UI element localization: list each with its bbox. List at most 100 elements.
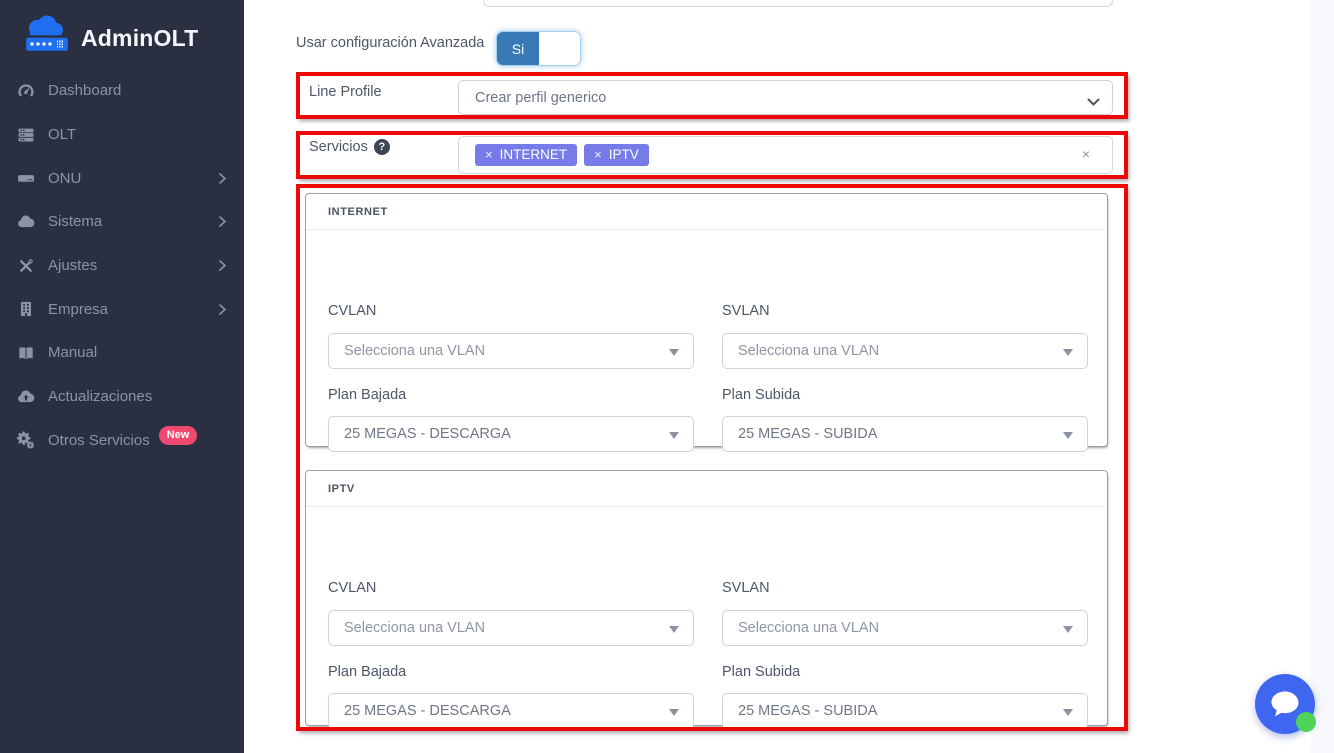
internet-panel: INTERNET CVLAN SVLAN Selecciona una VLAN… — [305, 193, 1108, 447]
tag-label: INTERNET — [500, 147, 568, 162]
plan-bajada-label: Plan Bajada — [328, 664, 406, 680]
sidebar-item-olt[interactable]: OLT — [0, 113, 244, 157]
sidebar-item-label: Otros Servicios — [48, 432, 150, 449]
plan-subida-value: 25 MEGAS - SUBIDA — [738, 703, 877, 719]
services-label: Servicios ? — [309, 139, 390, 155]
panel-title: IPTV — [328, 483, 355, 495]
advanced-config-toggle[interactable]: Si — [496, 31, 581, 66]
toggle-off-state — [539, 32, 580, 65]
sidebar-item-otros-servicios[interactable]: Otros Servicios New — [0, 419, 244, 463]
svlan-select[interactable]: Selecciona una VLAN — [722, 610, 1088, 646]
sidebar-item-label: Ajustes — [48, 257, 97, 274]
panel-title: INTERNET — [328, 206, 388, 218]
cloud-icon — [15, 211, 37, 233]
plan-subida-label: Plan Subida — [722, 387, 800, 403]
line-profile-selected-value: Crear perfil generico — [475, 90, 606, 106]
remove-tag-icon[interactable]: × — [594, 147, 602, 162]
iptv-panel: IPTV CVLAN SVLAN Selecciona una VLAN Sel… — [305, 470, 1108, 726]
sidebar-item-label: ONU — [48, 170, 81, 187]
gears-icon — [15, 429, 37, 451]
caret-down-icon — [1063, 626, 1073, 633]
svlan-label: SVLAN — [722, 303, 770, 319]
svlan-placeholder: Selecciona una VLAN — [738, 343, 879, 359]
sidebar-item-label: Actualizaciones — [48, 388, 152, 405]
plan-bajada-value: 25 MEGAS - DESCARGA — [344, 703, 511, 719]
caret-down-icon — [1063, 349, 1073, 356]
app-root: AdminOLT Dashboard — [0, 0, 1334, 753]
device-icon — [15, 167, 37, 189]
plan-subida-select[interactable]: 25 MEGAS - SUBIDA — [722, 693, 1088, 729]
adminolt-logo-icon — [20, 15, 74, 62]
sidebar-item-dashboard[interactable]: Dashboard — [0, 69, 244, 113]
chevron-right-icon — [219, 260, 226, 271]
app-title: AdminOLT — [81, 25, 198, 52]
cvlan-select[interactable]: Selecciona una VLAN — [328, 610, 694, 646]
chat-widget-button[interactable] — [1255, 674, 1315, 734]
cloud-upload-icon — [15, 386, 37, 408]
panel-body: CVLAN SVLAN Selecciona una VLAN Seleccio… — [306, 230, 1107, 482]
help-icon[interactable]: ? — [374, 139, 390, 155]
services-label-text: Servicios — [309, 139, 368, 155]
remove-tag-icon[interactable]: × — [485, 147, 493, 162]
svlan-label: SVLAN — [722, 580, 770, 596]
sidebar-item-empresa[interactable]: Empresa — [0, 287, 244, 331]
chevron-down-icon — [1087, 94, 1100, 112]
line-profile-label: Line Profile — [309, 84, 382, 100]
tools-icon — [15, 255, 37, 277]
new-badge: New — [159, 426, 198, 445]
caret-down-icon — [1063, 709, 1073, 716]
logo[interactable]: AdminOLT — [0, 0, 244, 76]
plan-subida-value: 25 MEGAS - SUBIDA — [738, 426, 877, 442]
sidebar-item-label: Sistema — [48, 213, 102, 230]
services-multiselect[interactable]: × INTERNET × IPTV × — [458, 136, 1113, 174]
line-profile-select[interactable]: Crear perfil generico — [458, 80, 1113, 115]
plan-bajada-select[interactable]: 25 MEGAS - DESCARGA — [328, 416, 694, 452]
content-right-gutter — [1311, 0, 1334, 753]
tag-label: IPTV — [609, 147, 639, 162]
advanced-config-label: Usar configuración Avanzada — [296, 35, 484, 51]
cvlan-placeholder: Selecciona una VLAN — [344, 620, 485, 636]
caret-down-icon — [1063, 432, 1073, 439]
toggle-on-state: Si — [497, 32, 539, 65]
server-stack-icon — [15, 124, 37, 146]
panel-header: INTERNET — [306, 194, 1107, 230]
sidebar-item-manual[interactable]: Manual — [0, 331, 244, 375]
sidebar-item-onu[interactable]: ONU — [0, 156, 244, 200]
cvlan-label: CVLAN — [328, 303, 376, 319]
caret-down-icon — [669, 709, 679, 716]
cvlan-label: CVLAN — [328, 580, 376, 596]
chevron-right-icon — [219, 173, 226, 184]
sidebar-item-ajustes[interactable]: Ajustes — [0, 244, 244, 288]
book-icon — [15, 342, 37, 364]
cvlan-placeholder: Selecciona una VLAN — [344, 343, 485, 359]
online-status-dot — [1296, 712, 1316, 732]
gauge-icon — [15, 80, 37, 102]
truncated-top-input[interactable] — [483, 0, 1113, 7]
sidebar-item-label: OLT — [48, 126, 76, 143]
caret-down-icon — [669, 432, 679, 439]
sidebar: AdminOLT Dashboard — [0, 0, 244, 753]
clear-all-icon[interactable]: × — [1082, 146, 1090, 162]
sidebar-menu: Dashboard OLT — [0, 69, 244, 462]
service-tag-iptv[interactable]: × IPTV — [584, 144, 649, 166]
plan-subida-label: Plan Subida — [722, 664, 800, 680]
sidebar-item-label: Manual — [48, 344, 97, 361]
plan-subida-select[interactable]: 25 MEGAS - SUBIDA — [722, 416, 1088, 452]
chevron-right-icon — [219, 216, 226, 227]
svlan-select[interactable]: Selecciona una VLAN — [722, 333, 1088, 369]
panel-header: IPTV — [306, 471, 1107, 507]
svlan-placeholder: Selecciona una VLAN — [738, 620, 879, 636]
panel-body: CVLAN SVLAN Selecciona una VLAN Seleccio… — [306, 507, 1107, 753]
plan-bajada-value: 25 MEGAS - DESCARGA — [344, 426, 511, 442]
building-icon — [15, 298, 37, 320]
service-tag-internet[interactable]: × INTERNET — [475, 144, 577, 166]
chevron-right-icon — [219, 304, 226, 315]
caret-down-icon — [669, 349, 679, 356]
sidebar-item-actualizaciones[interactable]: Actualizaciones — [0, 375, 244, 419]
plan-bajada-select[interactable]: 25 MEGAS - DESCARGA — [328, 693, 694, 729]
sidebar-item-label: Empresa — [48, 301, 108, 318]
cvlan-select[interactable]: Selecciona una VLAN — [328, 333, 694, 369]
sidebar-item-sistema[interactable]: Sistema — [0, 200, 244, 244]
caret-down-icon — [669, 626, 679, 633]
sidebar-item-label: Dashboard — [48, 82, 121, 99]
